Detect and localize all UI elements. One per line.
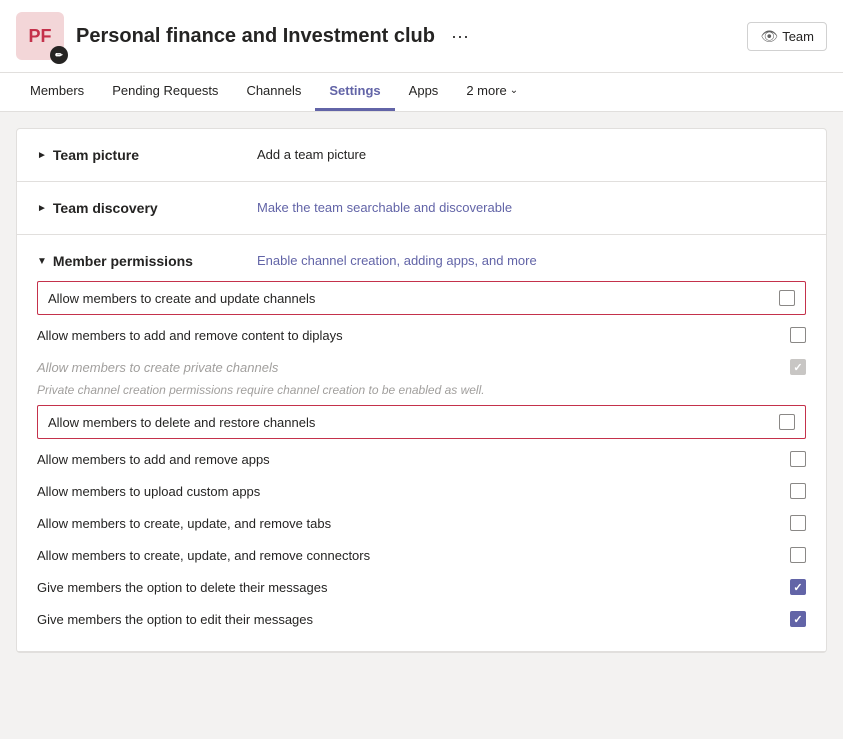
team-picture-header[interactable]: ► Team picture (37, 147, 237, 163)
chevron-right-icon: ► (37, 150, 47, 161)
perm-create-update-channels: Allow members to create and update chann… (37, 281, 806, 315)
team-discovery-section: ► Team discovery Make the team searchabl… (17, 182, 826, 235)
member-permissions-toggle[interactable]: ▼ Member permissions (37, 253, 237, 269)
team-discovery-title: Team discovery (53, 200, 158, 216)
perm-delete-messages-checkbox[interactable] (790, 579, 806, 595)
team-picture-desc: Add a team picture (257, 147, 366, 162)
pencil-icon: ✏ (55, 50, 63, 61)
perm-edit-messages: Give members the option to edit their me… (37, 603, 806, 635)
perm-create-update-channels-checkbox[interactable] (779, 290, 795, 306)
private-channel-note: Private channel creation permissions req… (37, 383, 806, 401)
perm-add-remove-apps-checkbox[interactable] (790, 451, 806, 467)
perm-delete-restore-channels: Allow members to delete and restore chan… (37, 405, 806, 439)
chevron-down-icon: ⌄ (510, 85, 518, 96)
perm-add-remove-content-label: Allow members to add and remove content … (37, 328, 343, 343)
header-left: PF ✏ Personal finance and Investment clu… (16, 12, 469, 60)
tab-channels[interactable]: Channels (232, 73, 315, 111)
tab-members[interactable]: Members (16, 73, 98, 111)
app-container: PF ✏ Personal finance and Investment clu… (0, 0, 843, 739)
member-permissions-title: Member permissions (53, 253, 193, 269)
perm-create-private-channels-label: Allow members to create private channels (37, 360, 278, 375)
member-permissions-section: ▼ Member permissions Enable channel crea… (17, 235, 826, 652)
team-discovery-header[interactable]: ► Team discovery (37, 200, 237, 216)
header: PF ✏ Personal finance and Investment clu… (0, 0, 843, 73)
perm-create-update-channels-label: Allow members to create and update chann… (48, 291, 315, 306)
team-picture-row: ► Team picture Add a team picture (17, 129, 826, 181)
chevron-down-icon: ▼ (37, 256, 47, 267)
avatar: PF ✏ (16, 12, 64, 60)
perm-create-private-channels-checkbox[interactable] (790, 359, 806, 375)
permissions-items: Allow members to create and update chann… (17, 281, 826, 651)
tab-apps[interactable]: Apps (395, 73, 453, 111)
chevron-right-icon: ► (37, 203, 47, 214)
avatar-badge: ✏ (50, 46, 68, 64)
perm-add-remove-apps-label: Allow members to add and remove apps (37, 452, 270, 467)
perm-upload-custom-apps: Allow members to upload custom apps (37, 475, 806, 507)
perm-delete-messages: Give members the option to delete their … (37, 571, 806, 603)
perm-delete-restore-channels-checkbox[interactable] (779, 414, 795, 430)
more-options-button[interactable]: ··· (451, 26, 469, 47)
team-discovery-desc[interactable]: Make the team searchable and discoverabl… (257, 200, 512, 215)
perm-create-update-remove-connectors-checkbox[interactable] (790, 547, 806, 563)
perm-add-remove-content: Allow members to add and remove content … (37, 319, 806, 351)
perm-edit-messages-checkbox[interactable] (790, 611, 806, 627)
avatar-initials: PF (28, 26, 51, 47)
perm-delete-restore-channels-label: Allow members to delete and restore chan… (48, 415, 315, 430)
perm-create-update-remove-tabs-checkbox[interactable] (790, 515, 806, 531)
perm-create-update-remove-connectors-label: Allow members to create, update, and rem… (37, 548, 370, 563)
team-name: Personal finance and Investment club (76, 25, 435, 48)
eye-icon: 👁 (760, 28, 778, 45)
team-discovery-row: ► Team discovery Make the team searchabl… (17, 182, 826, 234)
team-picture-section: ► Team picture Add a team picture (17, 129, 826, 182)
perm-create-update-remove-tabs-label: Allow members to create, update, and rem… (37, 516, 331, 531)
nav-tabs: Members Pending Requests Channels Settin… (0, 73, 843, 112)
perm-edit-messages-label: Give members the option to edit their me… (37, 612, 313, 627)
perm-create-update-remove-tabs: Allow members to create, update, and rem… (37, 507, 806, 539)
tab-more[interactable]: 2 more ⌄ (452, 73, 532, 111)
perm-create-update-remove-connectors: Allow members to create, update, and rem… (37, 539, 806, 571)
main-content: ► Team picture Add a team picture ► Team… (16, 128, 827, 653)
member-permissions-header: ▼ Member permissions Enable channel crea… (17, 235, 826, 277)
member-permissions-desc[interactable]: Enable channel creation, adding apps, an… (257, 253, 537, 268)
perm-upload-custom-apps-label: Allow members to upload custom apps (37, 484, 260, 499)
team-button[interactable]: 👁 Team (747, 22, 827, 51)
perm-add-remove-content-checkbox[interactable] (790, 327, 806, 343)
perm-delete-messages-label: Give members the option to delete their … (37, 580, 327, 595)
perm-add-remove-apps: Allow members to add and remove apps (37, 443, 806, 475)
perm-create-private-channels: Allow members to create private channels (37, 351, 806, 383)
perm-upload-custom-apps-checkbox[interactable] (790, 483, 806, 499)
tab-pending-requests[interactable]: Pending Requests (98, 73, 232, 111)
team-picture-title: Team picture (53, 147, 139, 163)
tab-settings[interactable]: Settings (315, 73, 394, 111)
team-button-label: Team (782, 29, 814, 44)
